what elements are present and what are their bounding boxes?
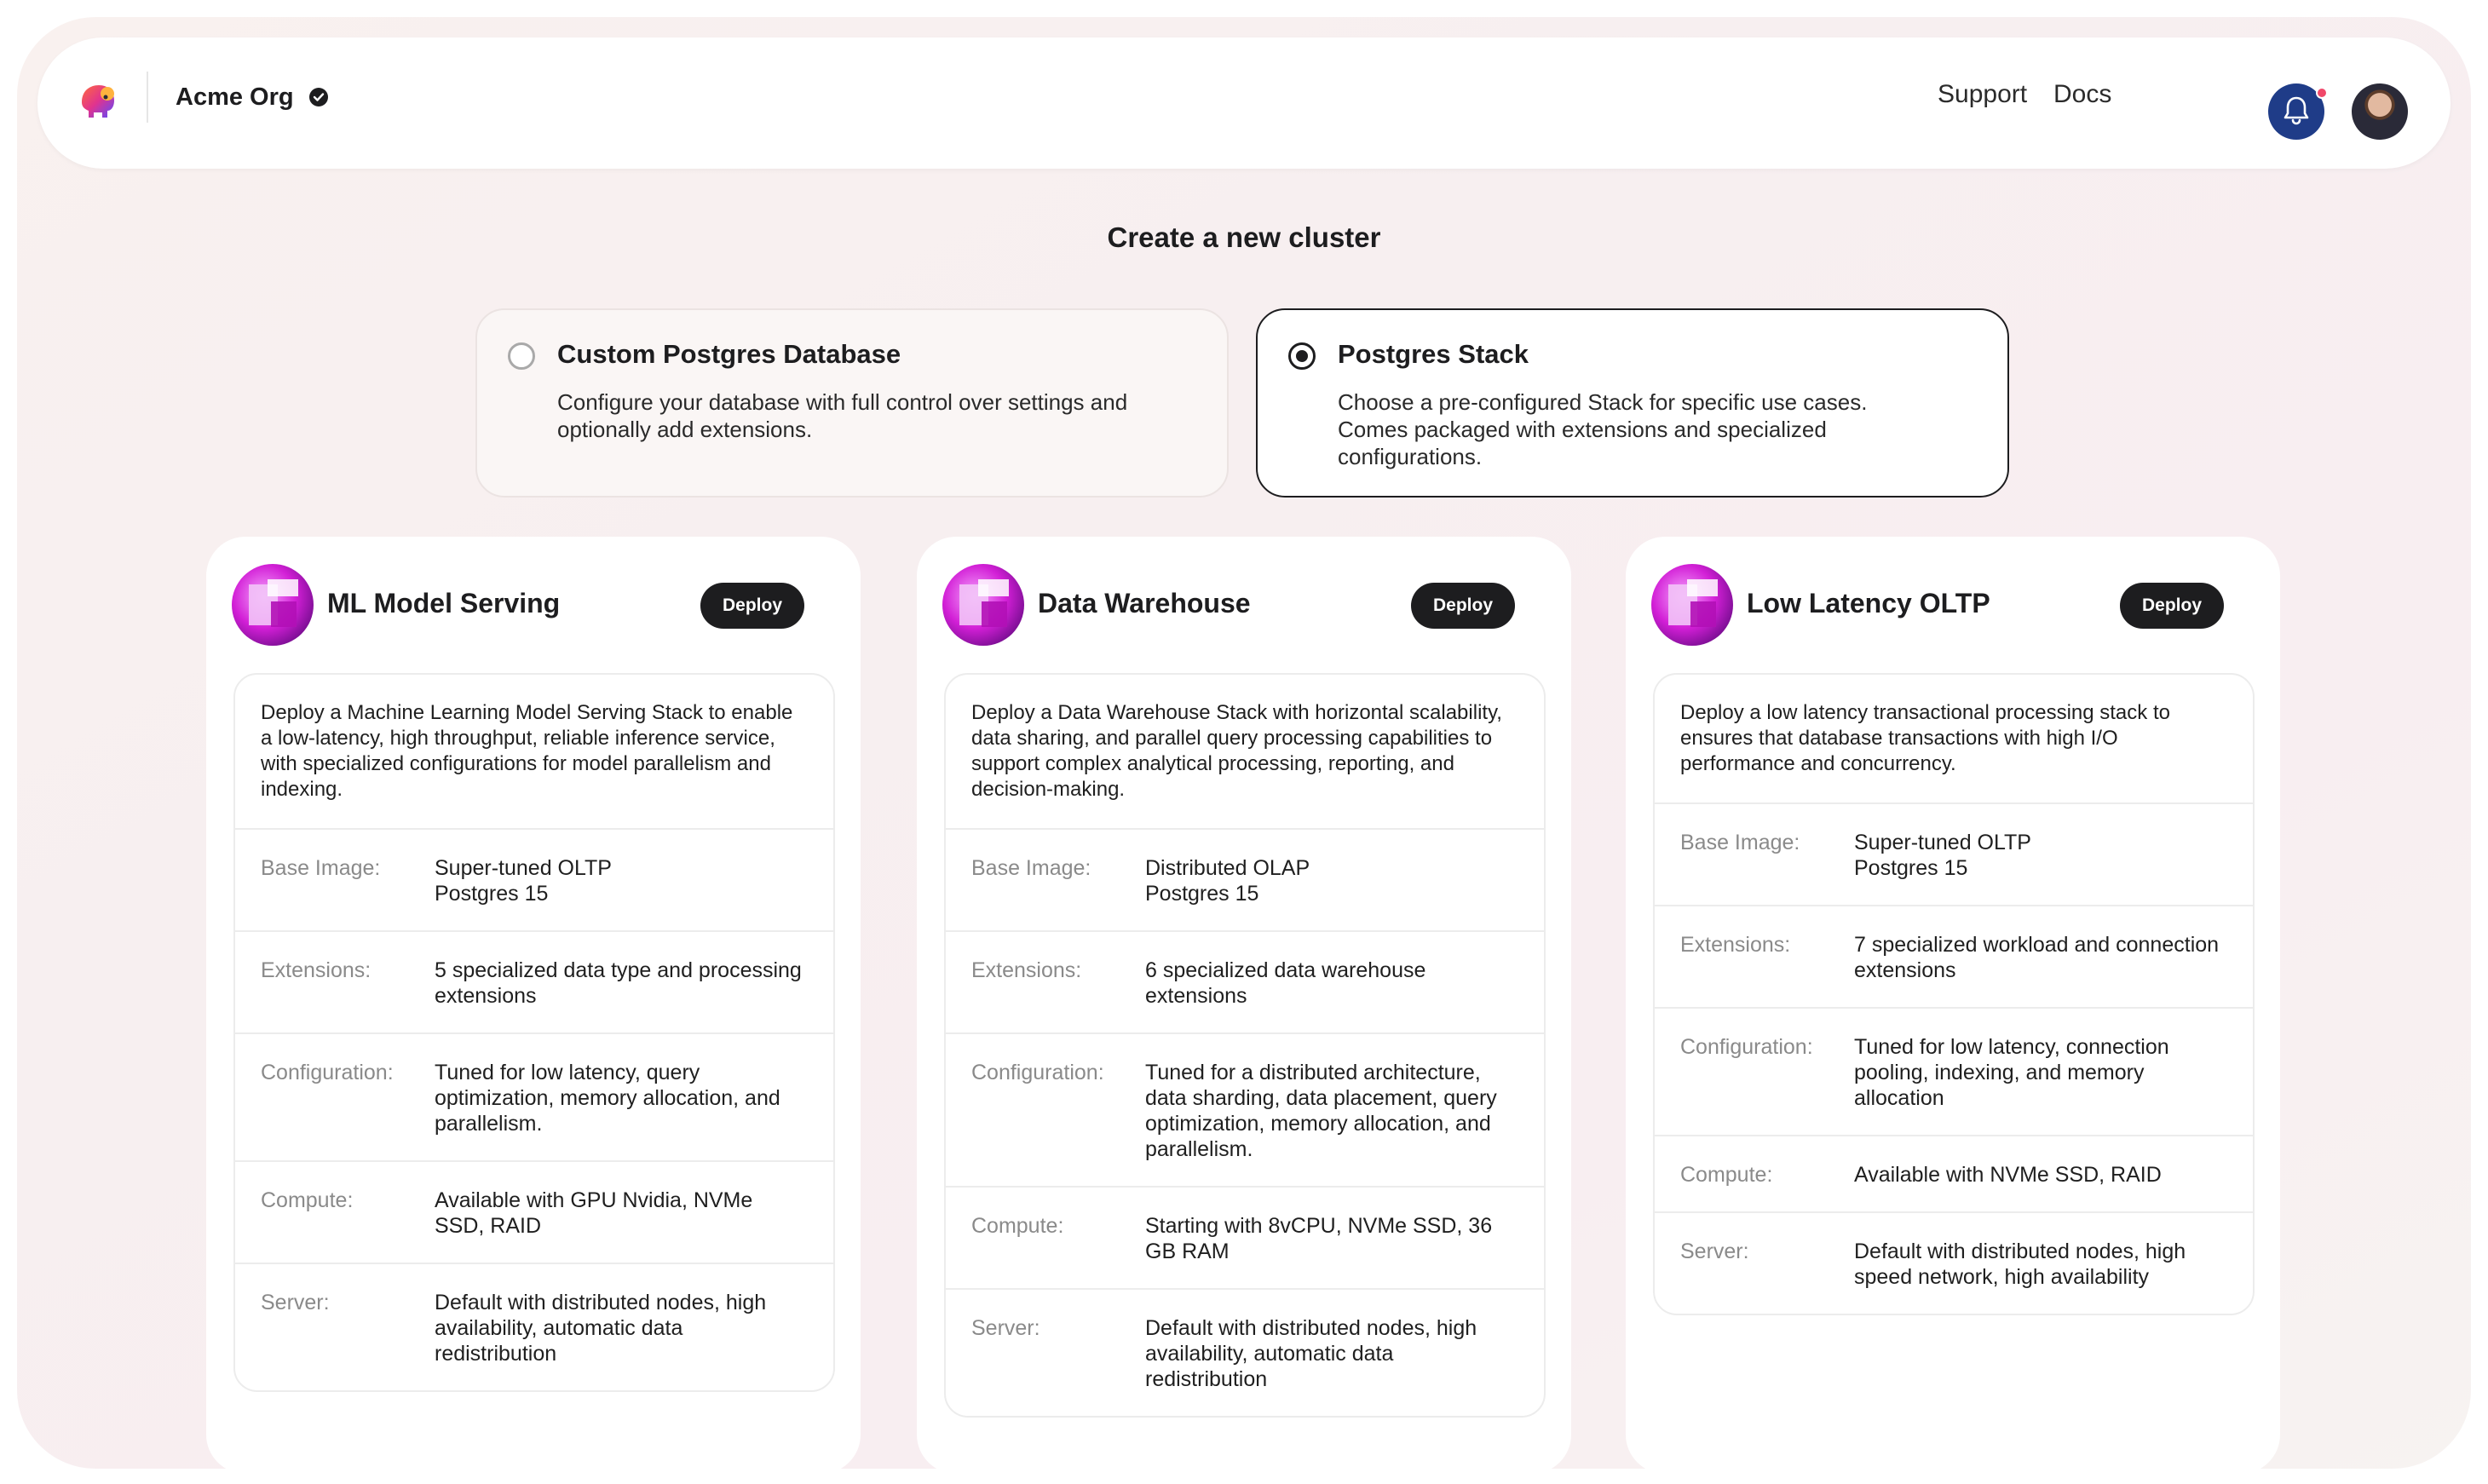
stack-title: Low Latency OLTP	[1747, 588, 1990, 618]
elephant-logo-icon[interactable]	[73, 77, 121, 124]
detail-row-base-image: Base Image: Super-tuned OLTP Postgres 15	[235, 830, 833, 932]
detail-label: Extensions:	[971, 958, 1082, 982]
detail-value: Super-tuned OLTP Postgres 15	[435, 856, 612, 906]
detail-value: Available with GPU Nvidia, NVMe SSD, RAI…	[435, 1188, 753, 1238]
detail-row-extensions: Extensions: 6 specialized data warehouse…	[946, 932, 1544, 1034]
detail-value: Default with distributed nodes, high ava…	[435, 1291, 767, 1366]
docs-link[interactable]: Docs	[2053, 80, 2111, 109]
stack-details: Deploy a Data Warehouse Stack with horiz…	[944, 673, 1546, 1418]
bell-icon	[2282, 95, 2311, 129]
detail-value: 5 specialized data type and processing e…	[435, 958, 802, 1008]
detail-label: Configuration:	[261, 1061, 394, 1084]
detail-label: Base Image:	[971, 856, 1091, 880]
detail-row-configuration: Configuration: Tuned for low latency, co…	[1655, 1009, 2253, 1136]
stack-3d-icon	[232, 564, 314, 646]
detail-value: 6 specialized data warehouse extensions	[1145, 958, 1426, 1008]
stack-description: Deploy a low latency transactional proce…	[1655, 675, 2253, 804]
detail-row-base-image: Base Image: Distributed OLAP Postgres 15	[946, 830, 1544, 932]
radio-custom-postgres[interactable]	[508, 342, 535, 370]
stack-card-data-warehouse: Data Warehouse Deploy Deploy a Data Ware…	[917, 537, 1571, 1469]
stack-description: Deploy a Data Warehouse Stack with horiz…	[946, 675, 1544, 830]
option-custom-postgres[interactable]: Custom Postgres Database Configure your …	[475, 308, 1229, 498]
detail-label: Configuration:	[1680, 1035, 1813, 1059]
stack-details: Deploy a low latency transactional proce…	[1653, 673, 2255, 1315]
detail-value: Default with distributed nodes, high spe…	[1854, 1240, 2186, 1289]
detail-value: Super-tuned OLTP Postgres 15	[1854, 831, 2031, 880]
detail-row-extensions: Extensions: 7 specialized workload and c…	[1655, 906, 2253, 1009]
org-name: Acme Org	[176, 83, 294, 111]
check-circle-icon	[308, 88, 328, 106]
detail-value: Available with NVMe SSD, RAID	[1854, 1163, 2162, 1187]
notification-badge	[2316, 87, 2328, 99]
detail-row-server: Server: Default with distributed nodes, …	[946, 1290, 1544, 1416]
detail-label: Compute:	[261, 1188, 354, 1212]
option-title: Postgres Stack	[1338, 339, 1529, 369]
detail-row-server: Server: Default with distributed nodes, …	[235, 1264, 833, 1390]
deploy-button[interactable]: Deploy	[2120, 583, 2224, 629]
user-avatar[interactable]	[2352, 83, 2408, 140]
detail-value: Tuned for low latency, query optimizatio…	[435, 1061, 780, 1136]
detail-value: 7 specialized workload and connection ex…	[1854, 933, 2220, 982]
option-description: Choose a pre-configured Stack for specif…	[1338, 389, 1868, 469]
detail-label: Server:	[1680, 1240, 1749, 1263]
detail-row-configuration: Configuration: Tuned for a distributed a…	[946, 1034, 1544, 1188]
detail-label: Extensions:	[1680, 933, 1791, 957]
detail-row-extensions: Extensions: 5 specialized data type and …	[235, 932, 833, 1034]
support-link[interactable]: Support	[1938, 80, 2027, 109]
detail-label: Configuration:	[971, 1061, 1104, 1084]
radio-postgres-stack[interactable]	[1288, 342, 1316, 370]
stack-description: Deploy a Machine Learning Model Serving …	[235, 675, 833, 830]
option-postgres-stack[interactable]: Postgres Stack Choose a pre-configured S…	[1256, 308, 2009, 498]
detail-label: Base Image:	[1680, 831, 1800, 854]
stack-card-low-latency-oltp: Low Latency OLTP Deploy Deploy a low lat…	[1626, 537, 2280, 1469]
detail-value: Tuned for a distributed architecture, da…	[1145, 1061, 1497, 1161]
org-switcher[interactable]: Acme Org	[176, 78, 328, 116]
stack-title: Data Warehouse	[1038, 588, 1251, 618]
header-divider	[147, 72, 148, 123]
detail-row-server: Server: Default with distributed nodes, …	[1655, 1213, 2253, 1314]
deploy-button[interactable]: Deploy	[1411, 583, 1515, 629]
detail-value: Distributed OLAP Postgres 15	[1145, 856, 1310, 906]
detail-row-configuration: Configuration: Tuned for low latency, qu…	[235, 1034, 833, 1162]
page-title: Create a new cluster	[1107, 221, 1381, 253]
option-title: Custom Postgres Database	[557, 339, 901, 369]
app-window: Acme Org Support Docs Create a new clust…	[17, 17, 2471, 1469]
stack-card-ml-model-serving: ML Model Serving Deploy Deploy a Machine…	[206, 537, 861, 1469]
detail-row-compute: Compute: Available with NVMe SSD, RAID	[1655, 1136, 2253, 1213]
detail-value: Starting with 8vCPU, NVMe SSD, 36 GB RAM	[1145, 1214, 1493, 1263]
detail-label: Compute:	[1680, 1163, 1773, 1187]
detail-label: Base Image:	[261, 856, 381, 880]
detail-row-base-image: Base Image: Super-tuned OLTP Postgres 15	[1655, 804, 2253, 906]
detail-label: Extensions:	[261, 958, 371, 982]
stack-details: Deploy a Machine Learning Model Serving …	[233, 673, 835, 1392]
deploy-button[interactable]: Deploy	[700, 583, 804, 629]
stack-title: ML Model Serving	[327, 588, 561, 618]
detail-value: Default with distributed nodes, high ava…	[1145, 1316, 1477, 1391]
option-description: Configure your database with full contro…	[557, 389, 1128, 442]
detail-row-compute: Compute: Available with GPU Nvidia, NVMe…	[235, 1162, 833, 1264]
detail-label: Server:	[971, 1316, 1040, 1340]
detail-label: Server:	[261, 1291, 330, 1314]
detail-value: Tuned for low latency, connection poolin…	[1854, 1035, 2169, 1110]
detail-row-compute: Compute: Starting with 8vCPU, NVMe SSD, …	[946, 1188, 1544, 1290]
detail-label: Compute:	[971, 1214, 1064, 1238]
top-navigation-bar: Acme Org Support Docs	[37, 37, 2451, 169]
stack-3d-icon	[1651, 564, 1733, 646]
stack-3d-icon	[942, 564, 1024, 646]
